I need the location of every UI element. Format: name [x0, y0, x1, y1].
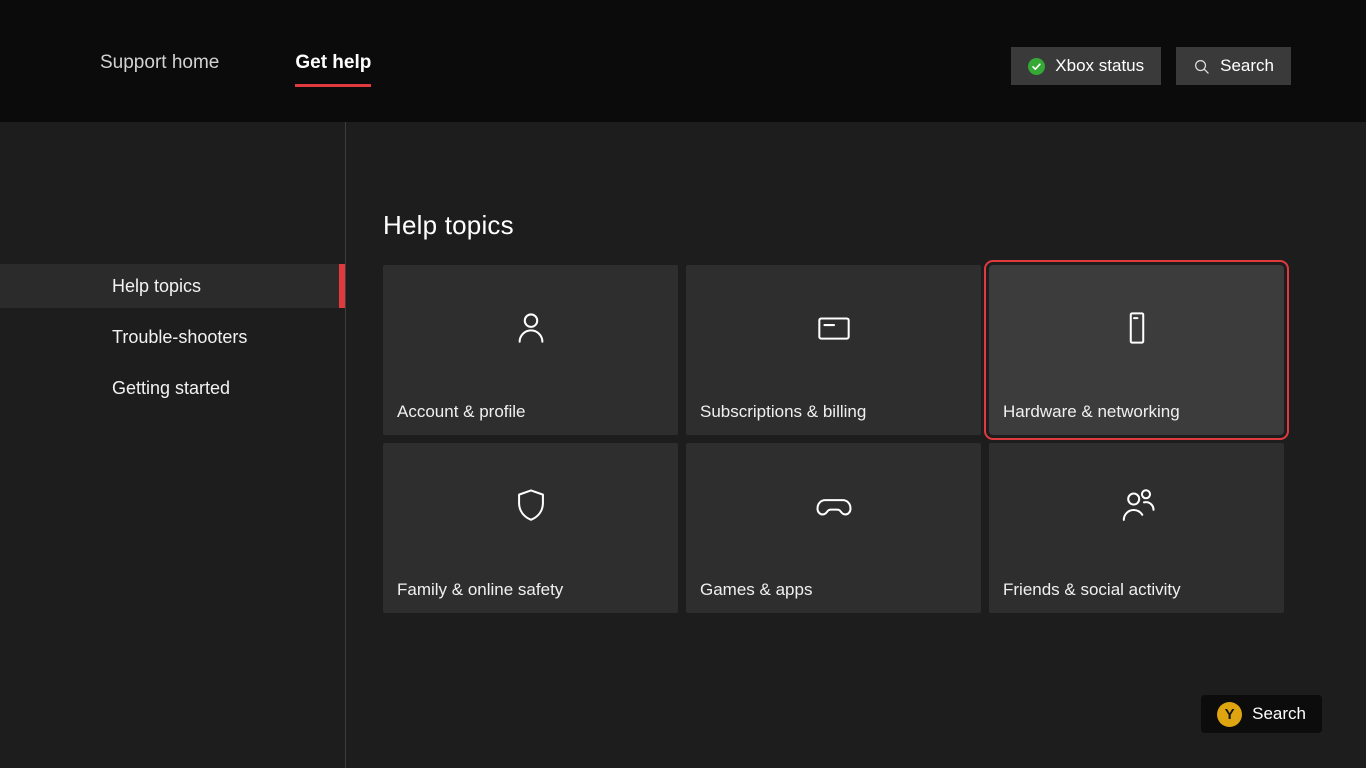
card-subscriptions-billing[interactable]: Subscriptions & billing	[686, 265, 981, 435]
help-topics-grid: Account & profile Subscriptions & billin…	[383, 265, 1366, 613]
card-hardware-networking[interactable]: Hardware & networking	[989, 265, 1284, 435]
y-button-icon: Y	[1217, 702, 1242, 727]
card-label: Friends & social activity	[1003, 580, 1181, 600]
console-icon	[1115, 306, 1159, 350]
controller-search-hint[interactable]: Y Search	[1201, 695, 1322, 733]
sidebar-item-label: Getting started	[112, 378, 230, 399]
card-label: Subscriptions & billing	[700, 402, 866, 422]
tab-get-help[interactable]: Get help	[295, 52, 371, 87]
sidebar-item-label: Help topics	[112, 276, 201, 297]
top-bar-actions: Xbox status Search	[1011, 47, 1291, 85]
top-bar: Support home Get help Xbox status Search	[0, 0, 1366, 122]
people-icon	[1115, 484, 1159, 528]
search-button-label: Search	[1220, 56, 1274, 76]
sidebar-item-help-topics[interactable]: Help topics	[0, 264, 345, 308]
card-label: Hardware & networking	[1003, 402, 1180, 422]
card-family-online-safety[interactable]: Family & online safety	[383, 443, 678, 613]
card-friends-social[interactable]: Friends & social activity	[989, 443, 1284, 613]
card-label: Games & apps	[700, 580, 812, 600]
sidebar-item-trouble-shooters[interactable]: Trouble-shooters	[0, 315, 345, 359]
xbox-status-label: Xbox status	[1055, 56, 1144, 76]
card-account-profile[interactable]: Account & profile	[383, 265, 678, 435]
card-games-apps[interactable]: Games & apps	[686, 443, 981, 613]
tab-support-home[interactable]: Support home	[100, 52, 219, 87]
credit-card-icon	[812, 306, 856, 350]
person-icon	[509, 306, 553, 350]
card-label: Account & profile	[397, 402, 526, 422]
main-panel: Help topics Account & profile	[346, 122, 1366, 768]
page-title: Help topics	[383, 210, 1366, 241]
status-check-icon	[1028, 58, 1045, 75]
search-hint-label: Search	[1252, 704, 1306, 724]
controller-icon	[812, 484, 856, 528]
search-button[interactable]: Search	[1176, 47, 1291, 85]
sidebar-item-getting-started[interactable]: Getting started	[0, 366, 345, 410]
content-area: Help topics Trouble-shooters Getting sta…	[0, 122, 1366, 768]
xbox-status-button[interactable]: Xbox status	[1011, 47, 1161, 85]
shield-icon	[509, 484, 553, 528]
search-icon	[1193, 58, 1210, 75]
sidebar-item-label: Trouble-shooters	[112, 327, 247, 348]
sidebar: Help topics Trouble-shooters Getting sta…	[0, 122, 346, 768]
header-tabs: Support home Get help	[100, 52, 371, 87]
card-label: Family & online safety	[397, 580, 563, 600]
